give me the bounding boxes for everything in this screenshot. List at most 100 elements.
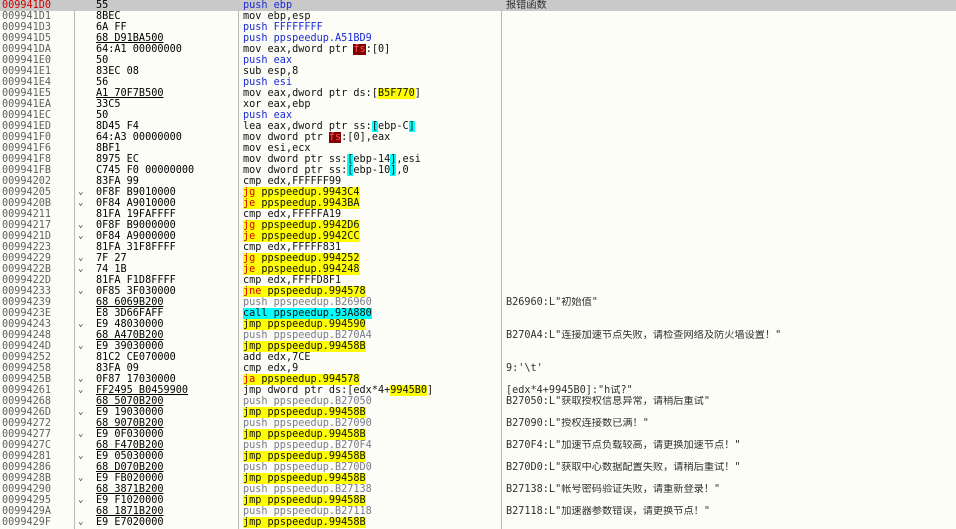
instruction[interactable]: jmp ppspeedup.99458B bbox=[243, 451, 501, 462]
instruction[interactable]: mov dword ptr ss:[ebp-10],0 bbox=[243, 165, 501, 176]
address[interactable]: 009941FB bbox=[2, 165, 62, 176]
instruction[interactable]: push eax bbox=[243, 110, 501, 121]
instruction[interactable]: call ppspeedup.93A880 bbox=[243, 308, 501, 319]
address[interactable]: 00994217 bbox=[2, 220, 62, 231]
address[interactable]: 009941ED bbox=[2, 121, 62, 132]
disasm-row[interactable]: 00994239 68 6069B200 push ppspeedup.B26960… bbox=[0, 297, 956, 308]
instruction[interactable]: jmp ppspeedup.994590 bbox=[243, 319, 501, 330]
instruction[interactable]: ja ppspeedup.994578 bbox=[243, 374, 501, 385]
disassembly-view[interactable]: 009941D0 55 push ebp 报错函数 009941D1 8BEC mov eb… bbox=[0, 0, 956, 529]
address[interactable]: 009941F6 bbox=[2, 143, 62, 154]
disasm-row[interactable]: 009941E5 A1 70F7B500 mov eax,dword ptr ds:… bbox=[0, 88, 956, 99]
instruction[interactable]: jmp ppspeedup.99458B bbox=[243, 473, 501, 484]
instruction[interactable]: jmp dword ptr ds:[edx*4+9945B0] bbox=[243, 385, 501, 396]
instruction[interactable]: mov eax,dword ptr fs:[0] bbox=[243, 44, 501, 55]
instruction[interactable]: je ppspeedup.9943BA bbox=[243, 198, 501, 209]
disasm-row[interactable]: 009941ED 8D45 F4 lea eax,dword ptr ss:[ebp… bbox=[0, 121, 956, 132]
disasm-row[interactable]: 0099427C 68 F470B200 push ppspeedup.B270F4… bbox=[0, 440, 956, 451]
instruction[interactable]: cmp edx,FFFFFF99 bbox=[243, 176, 501, 187]
address[interactable]: 009941E0 bbox=[2, 55, 62, 66]
address[interactable]: 009941D1 bbox=[2, 11, 62, 22]
address[interactable]: 009941DA bbox=[2, 44, 62, 55]
disasm-row[interactable]: 00994281 ⌄ E9 05030000 jmp ppspeedup.99458B bbox=[0, 451, 956, 462]
disasm-row[interactable]: 00994243 ⌄ E9 48030000 jmp ppspeedup.994590 bbox=[0, 319, 956, 330]
address[interactable]: 009941E5 bbox=[2, 88, 62, 99]
address[interactable]: 009941F0 bbox=[2, 132, 62, 143]
instruction[interactable]: add edx,7CE bbox=[243, 352, 501, 363]
instruction[interactable]: push ppspeedup.B27090 bbox=[243, 418, 501, 429]
instruction[interactable]: push ppspeedup.B270A4 bbox=[243, 330, 501, 341]
instruction[interactable]: push ppspeedup.B27118 bbox=[243, 506, 501, 517]
instruction[interactable]: mov eax,dword ptr ds:[B5F770] bbox=[243, 88, 501, 99]
instruction[interactable]: cmp edx,9 bbox=[243, 363, 501, 374]
address[interactable]: 00994205 bbox=[2, 187, 62, 198]
disasm-row[interactable]: 0099420B ⌄ 0F84 A9010000 je ppspeedup.9943B… bbox=[0, 198, 956, 209]
address[interactable]: 00994277 bbox=[2, 429, 62, 440]
address[interactable]: 0099426D bbox=[2, 407, 62, 418]
instruction[interactable]: jne ppspeedup.994578 bbox=[243, 286, 501, 297]
disasm-row[interactable]: 00994252 81C2 CE070000 add edx,7CE bbox=[0, 352, 956, 363]
disasm-row[interactable]: 00994277 ⌄ E9 0F030000 jmp ppspeedup.99458B bbox=[0, 429, 956, 440]
disasm-row[interactable]: 0099429F ⌄ E9 E7020000 jmp ppspeedup.99458B bbox=[0, 517, 956, 528]
address[interactable]: 0099425B bbox=[2, 374, 62, 385]
address[interactable]: 009941E4 bbox=[2, 77, 62, 88]
disasm-row[interactable]: 00994258 83FA 09 cmp edx,9 9:'\t' bbox=[0, 363, 956, 374]
address[interactable]: 009941E1 bbox=[2, 66, 62, 77]
disasm-row[interactable]: 00994202 83FA 99 cmp edx,FFFFFF99 bbox=[0, 176, 956, 187]
instruction[interactable]: push ppspeedup.B270D0 bbox=[243, 462, 501, 473]
disasm-row[interactable]: 00994272 68 9070B200 push ppspeedup.B27090… bbox=[0, 418, 956, 429]
instruction[interactable]: push esi bbox=[243, 77, 501, 88]
address[interactable]: 0099421D bbox=[2, 231, 62, 242]
disasm-row[interactable]: 00994217 ⌄ 0F8F B9000000 jg ppspeedup.9942D… bbox=[0, 220, 956, 231]
disasm-row[interactable]: 00994268 68 5070B200 push ppspeedup.B27050… bbox=[0, 396, 956, 407]
address[interactable]: 0099429F bbox=[2, 517, 62, 528]
disasm-row[interactable]: 009941D3 6A FF push FFFFFFFF bbox=[0, 22, 956, 33]
disasm-row[interactable]: 009941D1 8BEC mov ebp,esp bbox=[0, 11, 956, 22]
instruction[interactable]: mov dword ptr ss:[ebp-14],esi bbox=[243, 154, 501, 165]
disasm-row[interactable]: 009941F0 64:A3 00000000 mov dword ptr fs:[… bbox=[0, 132, 956, 143]
disasm-row[interactable]: 00994261 ⌄ FF2495 B0459900 jmp dword ptr ds… bbox=[0, 385, 956, 396]
instruction[interactable]: mov dword ptr fs:[0],eax bbox=[243, 132, 501, 143]
disasm-row[interactable]: 0099421D ⌄ 0F84 A9000000 je ppspeedup.9942C… bbox=[0, 231, 956, 242]
disasm-row[interactable]: 00994223 81FA 31F8FFFF cmp edx,FFFFF831 bbox=[0, 242, 956, 253]
disasm-row[interactable]: 009941E4 56 push esi bbox=[0, 77, 956, 88]
disasm-row[interactable]: 00994248 68 A470B200 push ppspeedup.B270A4… bbox=[0, 330, 956, 341]
address[interactable]: 00994286 bbox=[2, 462, 62, 473]
instruction[interactable]: lea eax,dword ptr ss:[ebp-C] bbox=[243, 121, 501, 132]
address[interactable]: 0099423E bbox=[2, 308, 62, 319]
instruction[interactable]: jmp ppspeedup.99458B bbox=[243, 429, 501, 440]
address[interactable]: 00994239 bbox=[2, 297, 62, 308]
address[interactable]: 0099422D bbox=[2, 275, 62, 286]
address[interactable]: 009941EA bbox=[2, 99, 62, 110]
address[interactable]: 0099427C bbox=[2, 440, 62, 451]
disasm-row[interactable]: 0099429A 68 1871B200 push ppspeedup.B27118… bbox=[0, 506, 956, 517]
address[interactable]: 009941EC bbox=[2, 110, 62, 121]
disasm-row[interactable]: 0099422D 81FA F1D8FFFF cmp edx,FFFFD8F1 bbox=[0, 275, 956, 286]
address[interactable]: 0099420B bbox=[2, 198, 62, 209]
instruction[interactable]: jmp ppspeedup.99458B bbox=[243, 517, 501, 528]
address[interactable]: 0099422B bbox=[2, 264, 62, 275]
address[interactable]: 00994272 bbox=[2, 418, 62, 429]
instruction[interactable]: je ppspeedup.9942CC bbox=[243, 231, 501, 242]
disasm-row[interactable]: 0099423E E8 3D66FAFF call ppspeedup.93A880 bbox=[0, 308, 956, 319]
disasm-row[interactable]: 00994211 81FA 19FAFFFF cmp edx,FFFFFA19 bbox=[0, 209, 956, 220]
disasm-row[interactable]: 0099428B ⌄ E9 FB020000 jmp ppspeedup.99458B bbox=[0, 473, 956, 484]
address[interactable]: 00994252 bbox=[2, 352, 62, 363]
address[interactable]: 00994202 bbox=[2, 176, 62, 187]
disasm-row[interactable]: 009941D5 68 D91BA500 push ppspeedup.A51BD9 bbox=[0, 33, 956, 44]
instruction[interactable]: jg ppspeedup.994252 bbox=[243, 253, 501, 264]
disasm-row[interactable]: 0099425B ⌄ 0F87 17030000 ja ppspeedup.99457… bbox=[0, 374, 956, 385]
disasm-row[interactable]: 009941E0 50 push eax bbox=[0, 55, 956, 66]
instruction[interactable]: mov esi,ecx bbox=[243, 143, 501, 154]
address[interactable]: 00994223 bbox=[2, 242, 62, 253]
instruction[interactable]: push ppspeedup.B26960 bbox=[243, 297, 501, 308]
address[interactable]: 00994290 bbox=[2, 484, 62, 495]
instruction[interactable]: je ppspeedup.994248 bbox=[243, 264, 501, 275]
disasm-row[interactable]: 00994233 ⌄ 0F85 3F030000 jne ppspeedup.9945… bbox=[0, 286, 956, 297]
address[interactable]: 00994248 bbox=[2, 330, 62, 341]
disasm-row[interactable]: 009941D0 55 push ebp 报错函数 bbox=[0, 0, 956, 11]
instruction[interactable]: jmp ppspeedup.99458B bbox=[243, 341, 501, 352]
disasm-row[interactable]: 00994290 68 3871B200 push ppspeedup.B27138… bbox=[0, 484, 956, 495]
instruction[interactable]: cmp edx,FFFFD8F1 bbox=[243, 275, 501, 286]
disasm-row[interactable]: 0099424D ⌄ E9 39030000 jmp ppspeedup.99458B bbox=[0, 341, 956, 352]
